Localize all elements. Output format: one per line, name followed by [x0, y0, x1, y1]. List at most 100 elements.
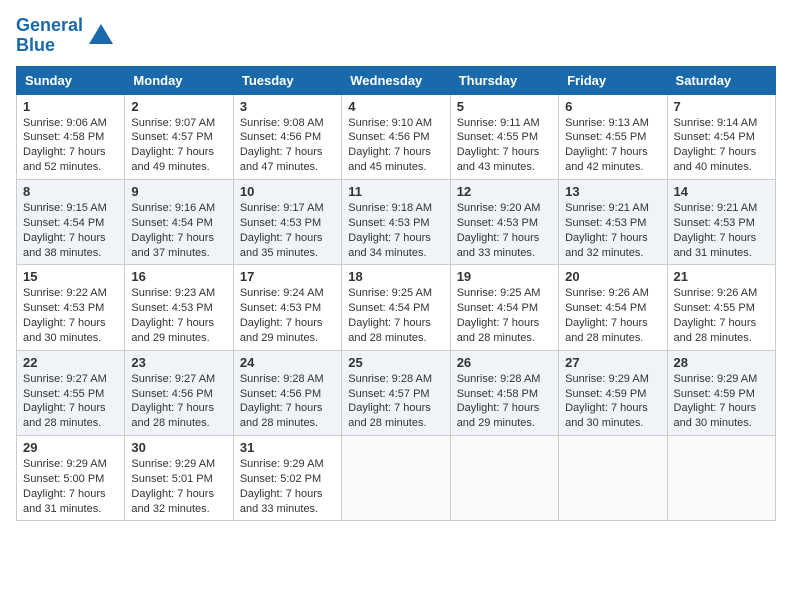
- day-info: Sunrise: 9:11 AM Sunset: 4:55 PM Dayligh…: [457, 116, 552, 175]
- calendar-cell: 19 Sunrise: 9:25 AM Sunset: 4:54 PM Dayl…: [450, 265, 558, 350]
- calendar-cell: 3 Sunrise: 9:08 AM Sunset: 4:56 PM Dayli…: [233, 94, 341, 179]
- week-row-5: 29 Sunrise: 9:29 AM Sunset: 5:00 PM Dayl…: [17, 436, 776, 521]
- page-header: General Blue: [16, 16, 776, 56]
- day-number: 6: [565, 99, 660, 114]
- calendar-cell: 7 Sunrise: 9:14 AM Sunset: 4:54 PM Dayli…: [667, 94, 775, 179]
- day-number: 19: [457, 269, 552, 284]
- calendar-cell: 4 Sunrise: 9:10 AM Sunset: 4:56 PM Dayli…: [342, 94, 450, 179]
- day-number: 8: [23, 184, 118, 199]
- calendar-cell: [667, 436, 775, 521]
- day-number: 12: [457, 184, 552, 199]
- calendar-cell: 24 Sunrise: 9:28 AM Sunset: 4:56 PM Dayl…: [233, 350, 341, 435]
- day-info: Sunrise: 9:20 AM Sunset: 4:53 PM Dayligh…: [457, 201, 552, 260]
- week-row-3: 15 Sunrise: 9:22 AM Sunset: 4:53 PM Dayl…: [17, 265, 776, 350]
- week-row-2: 8 Sunrise: 9:15 AM Sunset: 4:54 PM Dayli…: [17, 179, 776, 264]
- calendar-cell: 8 Sunrise: 9:15 AM Sunset: 4:54 PM Dayli…: [17, 179, 125, 264]
- day-info: Sunrise: 9:29 AM Sunset: 5:02 PM Dayligh…: [240, 457, 335, 516]
- day-info: Sunrise: 9:27 AM Sunset: 4:56 PM Dayligh…: [131, 372, 226, 431]
- day-number: 17: [240, 269, 335, 284]
- week-row-4: 22 Sunrise: 9:27 AM Sunset: 4:55 PM Dayl…: [17, 350, 776, 435]
- calendar-cell: 15 Sunrise: 9:22 AM Sunset: 4:53 PM Dayl…: [17, 265, 125, 350]
- calendar-table: SundayMondayTuesdayWednesdayThursdayFrid…: [16, 66, 776, 522]
- calendar-cell: 12 Sunrise: 9:20 AM Sunset: 4:53 PM Dayl…: [450, 179, 558, 264]
- calendar-cell: 29 Sunrise: 9:29 AM Sunset: 5:00 PM Dayl…: [17, 436, 125, 521]
- calendar-cell: 1 Sunrise: 9:06 AM Sunset: 4:58 PM Dayli…: [17, 94, 125, 179]
- day-number: 5: [457, 99, 552, 114]
- calendar-cell: 18 Sunrise: 9:25 AM Sunset: 4:54 PM Dayl…: [342, 265, 450, 350]
- day-info: Sunrise: 9:13 AM Sunset: 4:55 PM Dayligh…: [565, 116, 660, 175]
- day-number: 29: [23, 440, 118, 455]
- day-info: Sunrise: 9:14 AM Sunset: 4:54 PM Dayligh…: [674, 116, 769, 175]
- calendar-cell: 22 Sunrise: 9:27 AM Sunset: 4:55 PM Dayl…: [17, 350, 125, 435]
- calendar-cell: 14 Sunrise: 9:21 AM Sunset: 4:53 PM Dayl…: [667, 179, 775, 264]
- day-info: Sunrise: 9:10 AM Sunset: 4:56 PM Dayligh…: [348, 116, 443, 175]
- calendar-cell: 10 Sunrise: 9:17 AM Sunset: 4:53 PM Dayl…: [233, 179, 341, 264]
- day-number: 18: [348, 269, 443, 284]
- day-info: Sunrise: 9:29 AM Sunset: 5:00 PM Dayligh…: [23, 457, 118, 516]
- calendar-cell: 30 Sunrise: 9:29 AM Sunset: 5:01 PM Dayl…: [125, 436, 233, 521]
- day-info: Sunrise: 9:29 AM Sunset: 4:59 PM Dayligh…: [674, 372, 769, 431]
- day-info: Sunrise: 9:23 AM Sunset: 4:53 PM Dayligh…: [131, 286, 226, 345]
- weekday-header-saturday: Saturday: [667, 66, 775, 94]
- day-info: Sunrise: 9:22 AM Sunset: 4:53 PM Dayligh…: [23, 286, 118, 345]
- calendar-cell: 31 Sunrise: 9:29 AM Sunset: 5:02 PM Dayl…: [233, 436, 341, 521]
- day-info: Sunrise: 9:29 AM Sunset: 5:01 PM Dayligh…: [131, 457, 226, 516]
- day-number: 3: [240, 99, 335, 114]
- weekday-header-monday: Monday: [125, 66, 233, 94]
- week-row-1: 1 Sunrise: 9:06 AM Sunset: 4:58 PM Dayli…: [17, 94, 776, 179]
- day-info: Sunrise: 9:25 AM Sunset: 4:54 PM Dayligh…: [457, 286, 552, 345]
- calendar-cell: 20 Sunrise: 9:26 AM Sunset: 4:54 PM Dayl…: [559, 265, 667, 350]
- weekday-header-sunday: Sunday: [17, 66, 125, 94]
- weekday-header-friday: Friday: [559, 66, 667, 94]
- day-number: 2: [131, 99, 226, 114]
- calendar-cell: 6 Sunrise: 9:13 AM Sunset: 4:55 PM Dayli…: [559, 94, 667, 179]
- calendar-cell: 21 Sunrise: 9:26 AM Sunset: 4:55 PM Dayl…: [667, 265, 775, 350]
- day-number: 21: [674, 269, 769, 284]
- day-info: Sunrise: 9:17 AM Sunset: 4:53 PM Dayligh…: [240, 201, 335, 260]
- weekday-header-tuesday: Tuesday: [233, 66, 341, 94]
- day-number: 1: [23, 99, 118, 114]
- day-info: Sunrise: 9:07 AM Sunset: 4:57 PM Dayligh…: [131, 116, 226, 175]
- day-number: 22: [23, 355, 118, 370]
- day-number: 28: [674, 355, 769, 370]
- day-info: Sunrise: 9:26 AM Sunset: 4:55 PM Dayligh…: [674, 286, 769, 345]
- calendar-cell: [342, 436, 450, 521]
- day-number: 16: [131, 269, 226, 284]
- calendar-cell: 5 Sunrise: 9:11 AM Sunset: 4:55 PM Dayli…: [450, 94, 558, 179]
- calendar-cell: 17 Sunrise: 9:24 AM Sunset: 4:53 PM Dayl…: [233, 265, 341, 350]
- day-number: 24: [240, 355, 335, 370]
- calendar-cell: [450, 436, 558, 521]
- day-number: 10: [240, 184, 335, 199]
- day-info: Sunrise: 9:24 AM Sunset: 4:53 PM Dayligh…: [240, 286, 335, 345]
- calendar-cell: 11 Sunrise: 9:18 AM Sunset: 4:53 PM Dayl…: [342, 179, 450, 264]
- day-info: Sunrise: 9:28 AM Sunset: 4:56 PM Dayligh…: [240, 372, 335, 431]
- day-info: Sunrise: 9:28 AM Sunset: 4:57 PM Dayligh…: [348, 372, 443, 431]
- day-info: Sunrise: 9:29 AM Sunset: 4:59 PM Dayligh…: [565, 372, 660, 431]
- calendar-cell: 16 Sunrise: 9:23 AM Sunset: 4:53 PM Dayl…: [125, 265, 233, 350]
- day-number: 14: [674, 184, 769, 199]
- day-number: 13: [565, 184, 660, 199]
- logo-text: General Blue: [16, 16, 83, 56]
- day-number: 25: [348, 355, 443, 370]
- day-number: 31: [240, 440, 335, 455]
- day-info: Sunrise: 9:21 AM Sunset: 4:53 PM Dayligh…: [565, 201, 660, 260]
- day-number: 4: [348, 99, 443, 114]
- day-info: Sunrise: 9:06 AM Sunset: 4:58 PM Dayligh…: [23, 116, 118, 175]
- day-info: Sunrise: 9:08 AM Sunset: 4:56 PM Dayligh…: [240, 116, 335, 175]
- day-number: 11: [348, 184, 443, 199]
- day-info: Sunrise: 9:28 AM Sunset: 4:58 PM Dayligh…: [457, 372, 552, 431]
- day-info: Sunrise: 9:21 AM Sunset: 4:53 PM Dayligh…: [674, 201, 769, 260]
- day-number: 30: [131, 440, 226, 455]
- day-info: Sunrise: 9:16 AM Sunset: 4:54 PM Dayligh…: [131, 201, 226, 260]
- day-info: Sunrise: 9:26 AM Sunset: 4:54 PM Dayligh…: [565, 286, 660, 345]
- day-number: 15: [23, 269, 118, 284]
- day-number: 27: [565, 355, 660, 370]
- day-number: 20: [565, 269, 660, 284]
- calendar-cell: 23 Sunrise: 9:27 AM Sunset: 4:56 PM Dayl…: [125, 350, 233, 435]
- calendar-cell: 9 Sunrise: 9:16 AM Sunset: 4:54 PM Dayli…: [125, 179, 233, 264]
- logo: General Blue: [16, 16, 115, 56]
- day-number: 7: [674, 99, 769, 114]
- calendar-cell: 25 Sunrise: 9:28 AM Sunset: 4:57 PM Dayl…: [342, 350, 450, 435]
- day-info: Sunrise: 9:18 AM Sunset: 4:53 PM Dayligh…: [348, 201, 443, 260]
- calendar-cell: 2 Sunrise: 9:07 AM Sunset: 4:57 PM Dayli…: [125, 94, 233, 179]
